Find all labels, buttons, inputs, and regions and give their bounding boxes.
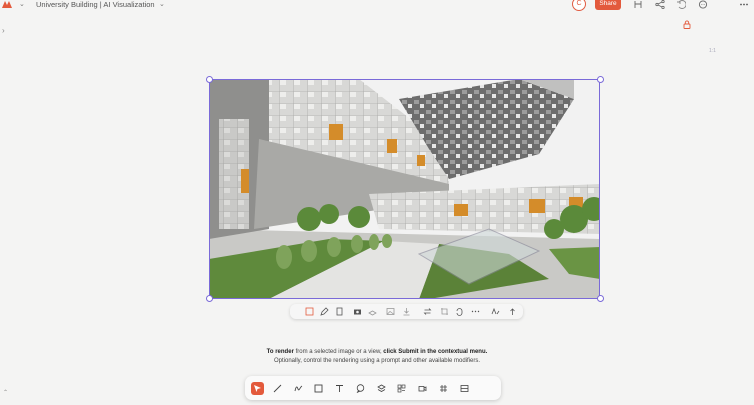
top-bar: ⌄ University Building | AI Visualization… [0, 0, 754, 12]
cursor-icon [254, 385, 261, 392]
stack-icon [377, 384, 386, 392]
resize-handle-bottom-right[interactable] [597, 295, 604, 302]
comment-tool-button[interactable] [354, 382, 367, 395]
line-tool-button[interactable] [271, 382, 284, 395]
rectangle-tool-button[interactable] [312, 382, 325, 395]
collapse-icon[interactable]: ⌃ [3, 389, 8, 396]
freehand-tool-button[interactable] [292, 382, 305, 395]
zoom-label: 1:1 [709, 48, 716, 54]
section-tool-button[interactable] [458, 382, 471, 395]
resize-handle-top-right[interactable] [597, 76, 604, 83]
text-style-icon[interactable] [491, 307, 500, 316]
lock-icon[interactable] [683, 20, 691, 29]
undo-icon[interactable] [676, 0, 686, 9]
building-render-illustration [209, 79, 600, 299]
hint-text-1: from a selected image or a view, [293, 349, 384, 355]
speech-bubble-icon [356, 384, 365, 393]
upload-icon[interactable] [508, 307, 517, 316]
logo-icon[interactable] [1, 0, 13, 9]
drawing-toolbar [245, 376, 501, 400]
grid-tool-button[interactable] [437, 382, 450, 395]
avatar[interactable]: C [572, 0, 586, 11]
video-tool-button[interactable] [416, 382, 429, 395]
text-tool-button[interactable] [333, 382, 346, 395]
camera-icon[interactable] [353, 307, 362, 316]
sidebar-toggle-icon[interactable]: › [2, 26, 5, 35]
title-menu-chevron-icon[interactable]: ⌄ [159, 0, 165, 9]
chevron-down-icon[interactable]: ⌄ [19, 0, 25, 9]
replace-icon[interactable] [423, 307, 432, 316]
render-icon[interactable] [305, 307, 314, 316]
resize-handle-bottom-left[interactable] [206, 295, 213, 302]
compare-icon[interactable] [633, 0, 643, 9]
hash-grid-icon [440, 385, 447, 392]
more-icon[interactable] [739, 0, 749, 9]
freehand-icon [294, 385, 303, 392]
comment-icon[interactable] [698, 0, 708, 9]
edit-icon[interactable] [320, 307, 329, 316]
rectangle-icon [314, 384, 323, 393]
share-network-icon[interactable] [655, 0, 665, 9]
component-tool-button[interactable] [395, 382, 408, 395]
info-icon[interactable] [335, 307, 344, 316]
components-icon [397, 384, 406, 393]
document-title[interactable]: University Building | AI Visualization [36, 0, 155, 9]
render-hint-line1: To render from a selected image or a vie… [210, 348, 544, 357]
download-icon[interactable] [402, 307, 411, 316]
image-icon[interactable] [386, 307, 395, 316]
resize-handle-top-left[interactable] [206, 76, 213, 83]
layers-icon[interactable] [368, 307, 377, 316]
render-image[interactable] [209, 79, 600, 299]
text-icon [336, 385, 343, 392]
hint-bold-1: To render [266, 349, 294, 355]
section-icon [460, 385, 469, 392]
line-icon [273, 384, 282, 393]
video-icon [418, 386, 427, 392]
select-tool-button[interactable] [251, 382, 264, 395]
layer-tool-button[interactable] [375, 382, 388, 395]
hint-bold-2: click Submit in the contextual menu. [383, 349, 488, 355]
loop-icon[interactable] [455, 307, 464, 316]
share-button[interactable]: Share [595, 0, 621, 10]
context-menu [290, 304, 523, 319]
more-options-icon[interactable] [471, 307, 480, 316]
render-hint-line2: Optionally, control the rendering using … [273, 358, 480, 364]
crop-icon[interactable] [440, 307, 449, 316]
